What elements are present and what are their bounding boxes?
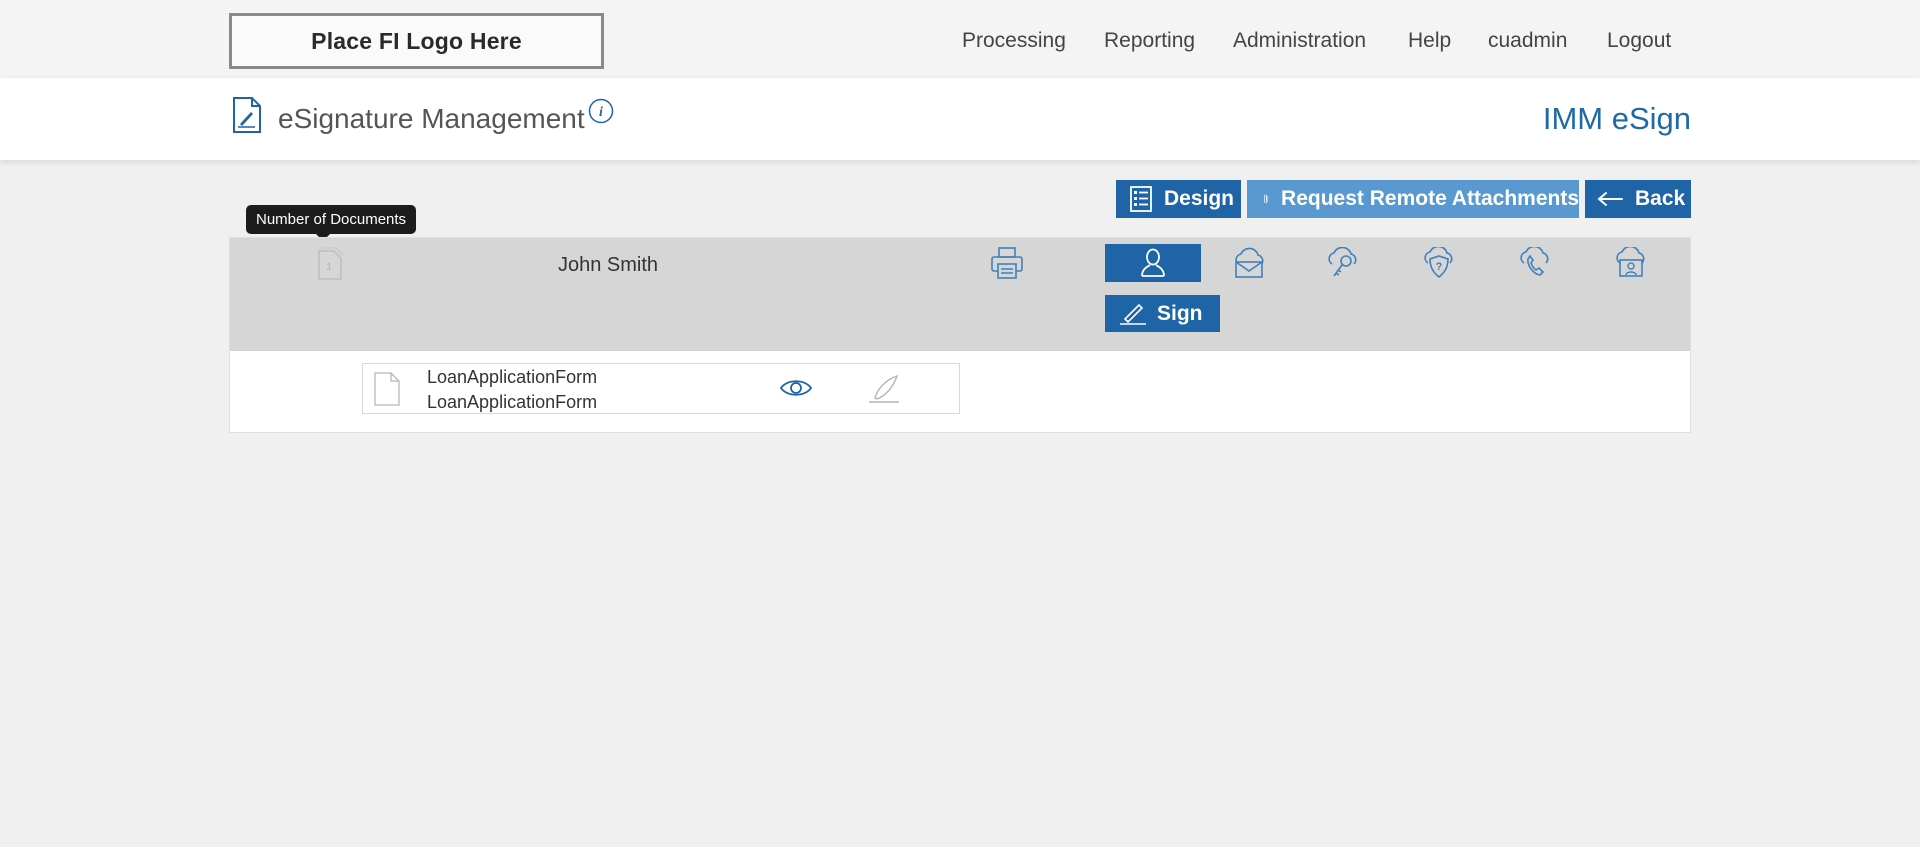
top-bar: Place FI Logo Here Processing Reporting …	[0, 0, 1920, 78]
svg-text:i: i	[599, 105, 603, 120]
fi-logo-placeholder[interactable]: Place FI Logo Here	[229, 13, 604, 69]
request-remote-attachments-label: Request Remote Attachments	[1281, 187, 1579, 210]
signature-document-icon	[231, 96, 263, 139]
auth-person-button[interactable]	[1105, 244, 1201, 282]
nav-user[interactable]: cuadmin	[1488, 29, 1567, 53]
sign-button[interactable]: Sign	[1105, 295, 1220, 332]
pen-icon	[1120, 303, 1146, 325]
document-row: LoanApplicationForm LoanApplicationForm	[362, 363, 960, 414]
printer-icon[interactable]	[990, 246, 1024, 285]
nav-reporting[interactable]: Reporting	[1104, 29, 1195, 53]
sign-document-pen-icon[interactable]	[867, 374, 901, 409]
arrow-left-icon	[1597, 192, 1623, 206]
eye-icon[interactable]	[779, 377, 813, 404]
design-button-label: Design	[1164, 187, 1235, 210]
document-name-secondary: LoanApplicationForm	[427, 392, 598, 412]
checklist-icon	[1130, 186, 1152, 212]
phone-cloud-icon	[1520, 247, 1549, 276]
auth-id-button[interactable]	[1583, 244, 1679, 282]
sign-button-label: Sign	[1157, 301, 1203, 325]
auth-key-button[interactable]	[1295, 244, 1391, 282]
paperclip-icon	[1264, 194, 1268, 203]
page-title: eSignature Management	[278, 103, 585, 134]
request-remote-attachments-button[interactable]: Request Remote Attachments	[1247, 180, 1579, 218]
back-button[interactable]: Back	[1585, 180, 1691, 218]
key-cloud-icon	[1328, 247, 1357, 277]
question-shield-icon: ?	[1424, 247, 1453, 279]
nav-logout[interactable]: Logout	[1607, 29, 1671, 53]
document-count-icon[interactable]: 1	[316, 247, 344, 286]
brand-title: IMM eSign	[1542, 101, 1691, 136]
signer-name: John Smith	[558, 254, 659, 276]
document-count-tooltip: Number of Documents	[246, 205, 417, 241]
svg-text:?: ?	[1436, 261, 1443, 273]
document-name: LoanApplicationForm	[427, 367, 598, 387]
auth-question-button[interactable]: ?	[1391, 244, 1487, 282]
back-button-label: Back	[1635, 187, 1686, 210]
auth-email-button[interactable]	[1201, 244, 1297, 282]
document-count-value: 1	[326, 262, 332, 273]
signer-header-row: 1 John Smith ? Sign	[230, 238, 1690, 351]
file-icon	[373, 372, 401, 411]
auth-phone-button[interactable]	[1487, 244, 1583, 282]
id-cloud-icon	[1616, 247, 1645, 277]
nav-processing[interactable]: Processing	[962, 29, 1066, 53]
nav-help[interactable]: Help	[1408, 29, 1451, 53]
signer-panel: 1 John Smith ? Sign LoanApplicationForm …	[229, 237, 1691, 433]
nav-administration[interactable]: Administration	[1233, 29, 1366, 53]
email-cloud-icon	[1235, 247, 1264, 278]
design-button[interactable]: Design	[1116, 180, 1241, 218]
person-icon	[1141, 248, 1165, 277]
info-icon[interactable]: i	[588, 98, 614, 129]
